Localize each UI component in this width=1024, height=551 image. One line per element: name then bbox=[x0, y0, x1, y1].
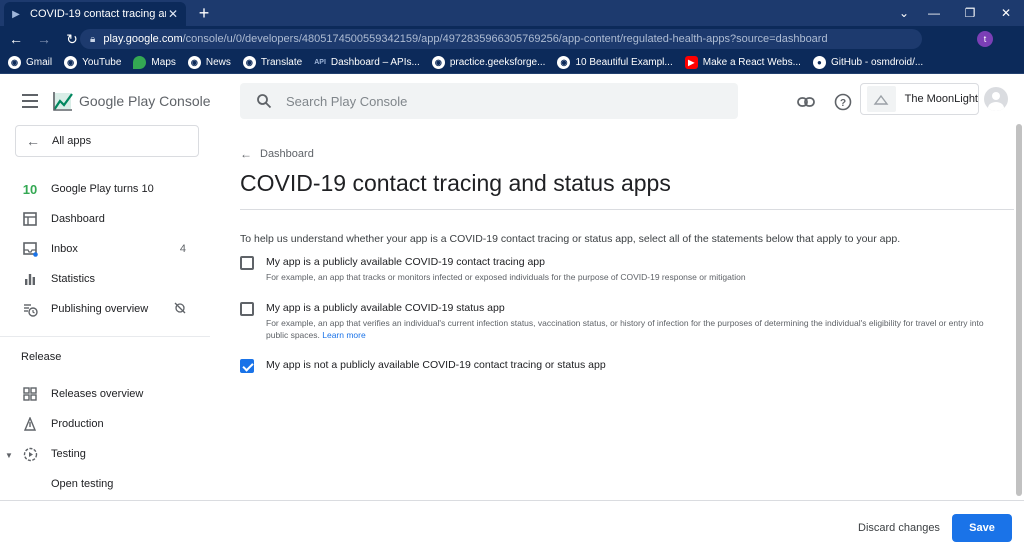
address-bar[interactable]: 🔒︎ play.google.com/console/u/0/developer… bbox=[80, 29, 922, 49]
search-icon bbox=[257, 94, 272, 109]
help-icon[interactable]: ? bbox=[833, 92, 853, 112]
title-divider bbox=[240, 209, 1014, 210]
new-tab-button[interactable]: + bbox=[194, 3, 214, 23]
restore-button[interactable]: ❐ bbox=[952, 0, 988, 26]
globe-icon: ◉ bbox=[557, 56, 571, 69]
globe-icon: ◉ bbox=[64, 56, 78, 69]
api-icon: API bbox=[314, 59, 326, 66]
developer-account-selector[interactable]: The MoonLight bbox=[860, 83, 979, 115]
browser-tab-strip: ▶ COVID-19 contact tracing and st ✕ + ⌄ … bbox=[0, 0, 1024, 26]
search-placeholder: Search Play Console bbox=[286, 93, 408, 109]
option-label: My app is a publicly available COVID-19 … bbox=[266, 302, 505, 314]
link-icon[interactable] bbox=[796, 92, 816, 112]
option-status-app: My app is a publicly available COVID-19 … bbox=[240, 302, 1000, 346]
not-covid-app-checkbox[interactable] bbox=[240, 359, 254, 373]
close-tab-icon[interactable]: ✕ bbox=[166, 7, 180, 21]
globe-icon: ◉ bbox=[242, 56, 256, 69]
svg-text:?: ? bbox=[840, 98, 846, 109]
menu-icon[interactable] bbox=[22, 94, 38, 108]
schedule-icon bbox=[22, 301, 38, 317]
bookmark-youtube[interactable]: ◉ YouTube bbox=[64, 56, 121, 69]
url-path: /console/u/0/developers/4805174500559342… bbox=[182, 33, 828, 45]
production-icon bbox=[22, 416, 38, 432]
globe-icon: ◉ bbox=[187, 56, 201, 69]
sidebar-divider bbox=[0, 336, 210, 337]
play-console-favicon-icon: ▶ bbox=[12, 8, 20, 20]
forward-button[interactable]: → bbox=[32, 27, 56, 51]
option-hint: For example, an app that tracks or monit… bbox=[266, 272, 746, 282]
play-console-logo-icon bbox=[53, 92, 73, 111]
page-scrollbar[interactable] bbox=[1016, 124, 1022, 496]
bookmark-gmail[interactable]: ◉ Gmail bbox=[8, 56, 52, 69]
profile-avatar[interactable]: t bbox=[977, 31, 993, 47]
sidebar-item-publishing-overview[interactable]: Publishing overview bbox=[0, 294, 200, 324]
bookmark-translate[interactable]: ◉ Translate bbox=[242, 56, 302, 69]
maps-icon bbox=[133, 56, 147, 69]
bookmark-github-osmdroid[interactable]: ● GitHub - osmdroid/... bbox=[812, 56, 923, 69]
page-title: COVID-19 contact tracing and status apps bbox=[240, 170, 671, 196]
sidebar-item-dashboard[interactable]: Dashboard bbox=[0, 204, 200, 234]
lock-icon: 🔒︎ bbox=[90, 33, 96, 45]
bookmark-maps[interactable]: Maps bbox=[133, 56, 176, 69]
sidebar-item-releases-overview[interactable]: Releases overview bbox=[0, 379, 200, 409]
bookmark-apis-dashboard[interactable]: API Dashboard – APIs... bbox=[314, 56, 420, 69]
all-apps-label: All apps bbox=[52, 135, 92, 147]
bookmarks-bar: ◉ Gmail ◉ YouTube Maps ◉ News ◉ Translate AP… bbox=[0, 52, 1024, 74]
back-button[interactable]: ← bbox=[4, 27, 28, 51]
bookmark-geeksforgeeks[interactable]: ◉ practice.geeksforge... bbox=[431, 56, 545, 69]
managed-publishing-off-icon bbox=[174, 302, 186, 317]
dashboard-icon bbox=[22, 211, 38, 227]
browser-tab[interactable]: ▶ COVID-19 contact tracing and st ✕ bbox=[4, 2, 186, 26]
save-button[interactable]: Save bbox=[952, 514, 1012, 542]
option-not-covid-app: My app is not a publicly available COVID… bbox=[240, 359, 1000, 375]
bookmark-beautiful-examples[interactable]: ◉ 10 Beautiful Exampl... bbox=[557, 56, 673, 69]
option-contact-tracing: My app is a publicly available COVID-19 … bbox=[240, 256, 1000, 290]
minimize-button[interactable]: — bbox=[916, 0, 952, 26]
inbox-count: 4 bbox=[179, 243, 186, 255]
sidebar-item-inbox[interactable]: Inbox 4 bbox=[0, 234, 200, 264]
close-window-button[interactable]: ✕ bbox=[988, 0, 1024, 26]
footer-divider bbox=[0, 500, 1024, 501]
search-input[interactable]: Search Play Console bbox=[240, 83, 738, 119]
developer-image-icon bbox=[867, 86, 896, 112]
breadcrumb[interactable]: ← Dashboard bbox=[240, 147, 314, 161]
option-label: My app is a publicly available COVID-19 … bbox=[266, 256, 545, 268]
bookmark-news[interactable]: ◉ News bbox=[187, 56, 231, 69]
globe-icon: ◉ bbox=[431, 56, 445, 69]
developer-name: The MoonLight bbox=[904, 93, 978, 105]
learn-more-link[interactable]: Learn more bbox=[322, 330, 365, 340]
status-app-checkbox[interactable] bbox=[240, 302, 254, 316]
browser-toolbar: ← → ↻ 🔒︎ play.google.com/console/u/0/dev… bbox=[0, 26, 1024, 72]
app-brand: Google Play Console bbox=[79, 93, 211, 109]
discard-changes-button[interactable]: Discard changes bbox=[852, 516, 946, 540]
sidebar-item-testing[interactable]: Testing bbox=[0, 439, 200, 469]
github-icon: ● bbox=[812, 56, 826, 69]
globe-icon: ◉ bbox=[8, 56, 21, 69]
youtube-icon: ▶ bbox=[684, 56, 698, 69]
sidebar-item-open-testing[interactable]: Open testing bbox=[0, 469, 200, 499]
bookmark-react-website[interactable]: ▶ Make a React Webs... bbox=[684, 56, 801, 69]
intro-text: To help us understand whether your app i… bbox=[240, 233, 901, 245]
sidebar-item-production[interactable]: Production bbox=[0, 409, 200, 439]
arrow-back-icon: ← bbox=[240, 147, 252, 161]
sidebar-item-statistics[interactable]: Statistics bbox=[0, 264, 200, 294]
contact-tracing-checkbox[interactable] bbox=[240, 256, 254, 270]
option-label: My app is not a publicly available COVID… bbox=[266, 359, 606, 371]
all-apps-button[interactable]: ← All apps bbox=[15, 125, 199, 157]
url-host: play.google.com bbox=[103, 33, 183, 45]
browser-tab-title: COVID-19 contact tracing and st bbox=[30, 8, 166, 20]
inbox-icon bbox=[22, 241, 38, 257]
play-10-icon: 10 bbox=[22, 181, 38, 197]
account-avatar[interactable] bbox=[984, 87, 1008, 111]
sidebar-item-play-turns-10[interactable]: 10 Google Play turns 10 bbox=[0, 174, 200, 204]
grid-icon bbox=[22, 386, 38, 402]
arrow-back-icon: ← bbox=[26, 133, 40, 149]
testing-icon bbox=[22, 446, 38, 462]
breadcrumb-dashboard: Dashboard bbox=[260, 148, 314, 160]
option-hint: For example, an app that verifies an ind… bbox=[266, 318, 984, 340]
sidebar-section-release: Release bbox=[21, 351, 62, 363]
bar-chart-icon bbox=[22, 271, 38, 287]
